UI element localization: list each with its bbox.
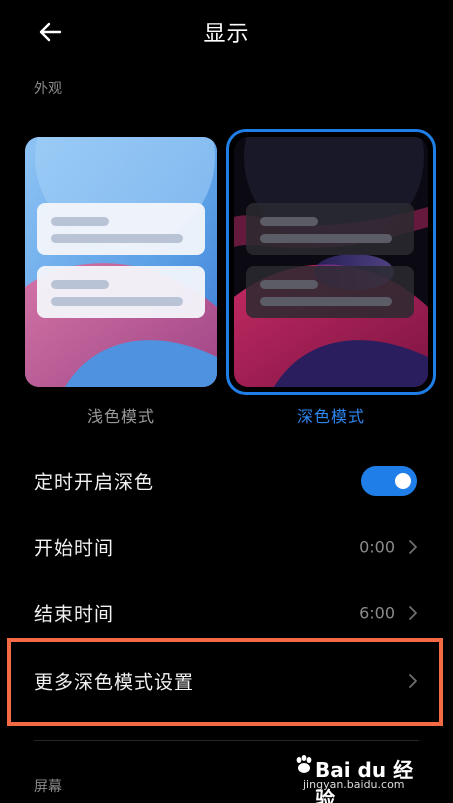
baidu-jingyan-watermark: Bai du 经验 jingyan.baidu.com [293,752,433,803]
top-bar: 显示 [0,0,453,64]
dark-wallpaper-illustration [234,137,428,387]
end-time-label: 结束时间 [34,603,115,626]
dark-mode-preview[interactable] [234,137,428,387]
start-time-row[interactable]: 开始时间 0:00 [0,514,453,580]
paw-logo-icon [296,755,312,773]
light-wallpaper-illustration [25,137,217,387]
end-time-value: 6:00 [359,603,395,623]
light-mode-preview[interactable] [25,137,217,387]
section-divider [34,740,419,741]
dark-mode-label[interactable]: 深色模式 [234,403,428,427]
watermark-url: jingyan.baidu.com [303,778,405,791]
start-time-label: 开始时间 [34,537,115,560]
light-mode-label[interactable]: 浅色模式 [25,403,217,427]
section-appearance-label: 外观 [34,81,62,97]
highlight-annotation-box [7,638,443,726]
chevron-right-icon [409,606,417,620]
page-title: 显示 [203,22,250,47]
scheduled-dark-row[interactable]: 定时开启深色 [0,448,453,514]
scheduled-dark-toggle[interactable] [361,466,417,496]
end-time-row[interactable]: 结束时间 6:00 [0,580,453,646]
scheduled-dark-label: 定时开启深色 [34,471,155,494]
section-screen-label: 屏幕 [34,779,62,795]
chevron-right-icon [409,540,417,554]
start-time-value: 0:00 [359,537,395,557]
toggle-knob [395,473,411,489]
